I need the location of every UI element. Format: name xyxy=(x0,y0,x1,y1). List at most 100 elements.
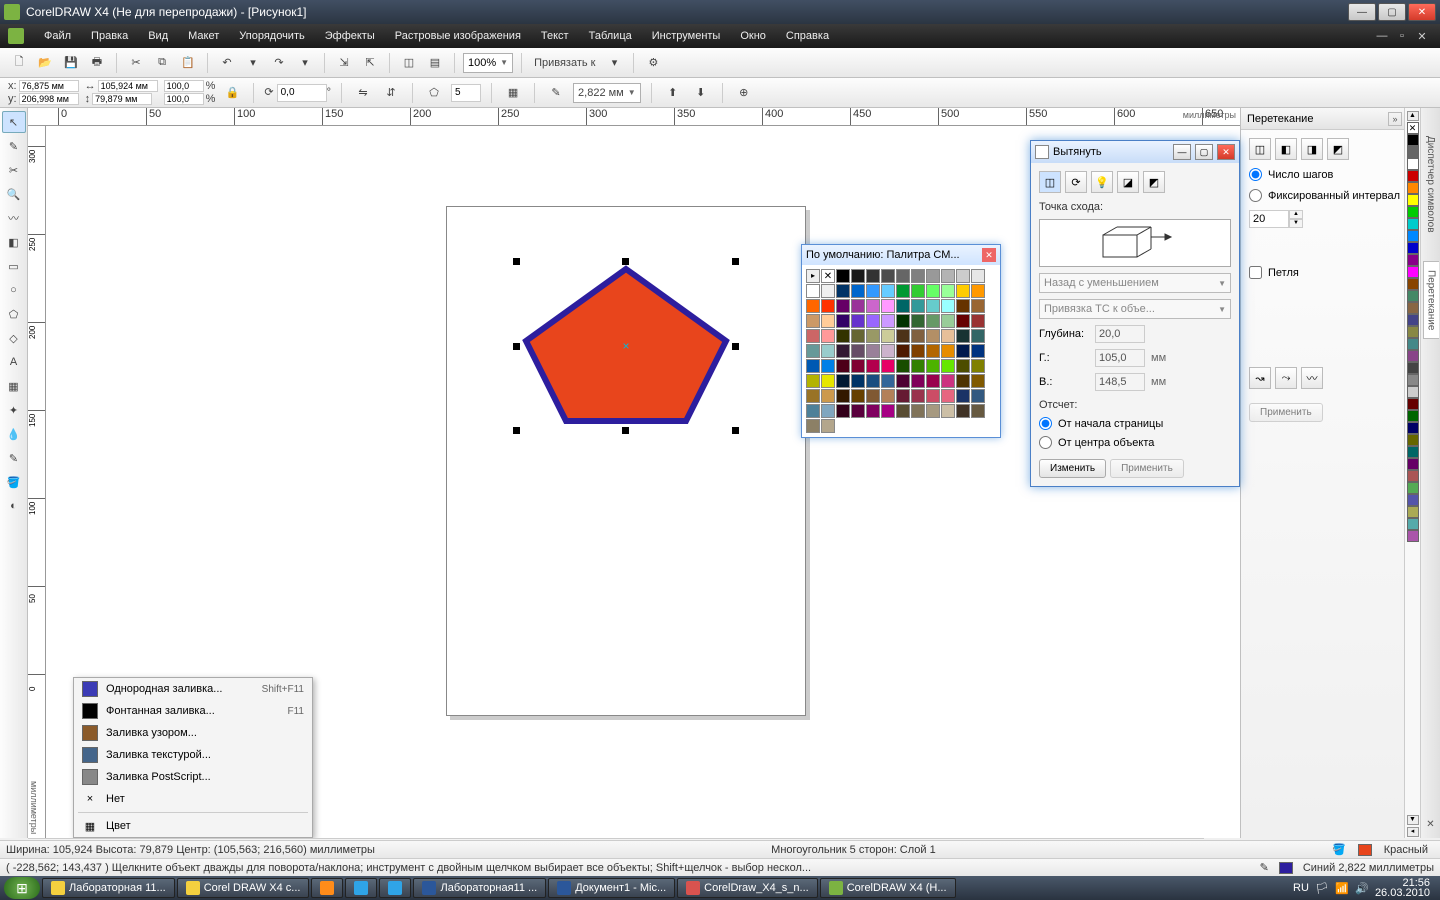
color-swatch[interactable] xyxy=(896,269,910,283)
eyedropper-tool[interactable]: 💧 xyxy=(2,423,26,445)
strip-swatch[interactable] xyxy=(1407,218,1419,230)
ellipse-tool[interactable]: ○ xyxy=(2,279,26,301)
ctx-однороднаязаливка[interactable]: Однородная заливка...Shift+F11 xyxy=(74,678,312,700)
color-swatch[interactable] xyxy=(971,284,985,298)
color-swatch[interactable] xyxy=(851,269,865,283)
undo-dd-icon[interactable]: ▾ xyxy=(242,52,264,74)
blend-path-2-icon[interactable]: ⤳ xyxy=(1275,367,1297,389)
depth-input[interactable] xyxy=(1095,325,1145,343)
color-swatch[interactable] xyxy=(806,284,820,298)
strip-swatch[interactable] xyxy=(1407,458,1419,470)
strip-swatch[interactable] xyxy=(1407,470,1419,482)
strip-swatch[interactable] xyxy=(1407,242,1419,254)
interactive-fill-tool[interactable]: ◐ xyxy=(2,495,26,517)
taskbar-item[interactable] xyxy=(311,878,343,898)
lang-indicator[interactable]: RU xyxy=(1293,882,1309,894)
scale-x-input[interactable] xyxy=(164,80,204,92)
color-swatch[interactable] xyxy=(866,359,880,373)
color-swatch[interactable] xyxy=(911,299,925,313)
color-swatch[interactable] xyxy=(971,404,985,418)
blend-path-3-icon[interactable]: 〰 xyxy=(1301,367,1323,389)
color-swatch[interactable] xyxy=(806,359,820,373)
ruler-horizontal[interactable]: 0501001502002503003504004505005506006507… xyxy=(28,108,1240,126)
menu-растровые изображения[interactable]: Растровые изображения xyxy=(385,26,531,46)
color-swatch[interactable] xyxy=(821,299,835,313)
ctx-нет[interactable]: ×Нет xyxy=(74,788,312,810)
vtab-symbols[interactable]: Диспетчер символов xyxy=(1423,128,1438,241)
color-swatch[interactable] xyxy=(911,269,925,283)
handle-se[interactable] xyxy=(732,427,739,434)
color-swatch[interactable] xyxy=(896,404,910,418)
strip-swatch[interactable] xyxy=(1407,194,1419,206)
menu-вид[interactable]: Вид xyxy=(138,26,178,46)
color-swatch[interactable] xyxy=(971,374,985,388)
color-swatch[interactable] xyxy=(926,329,940,343)
handle-w[interactable] xyxy=(513,343,520,350)
strip-swatch[interactable] xyxy=(1407,518,1419,530)
colorstrip-expand[interactable]: ◂ xyxy=(1407,827,1419,837)
extrude-tab-1-icon[interactable]: ◫ xyxy=(1039,171,1061,193)
handle-ne[interactable] xyxy=(732,258,739,265)
color-swatch[interactable] xyxy=(836,269,850,283)
ctx-заливкаpostscript[interactable]: Заливка PostScript... xyxy=(74,766,312,788)
menu-упорядочить[interactable]: Упорядочить xyxy=(229,26,314,46)
mirror-h-icon[interactable]: ⇋ xyxy=(352,82,374,104)
color-swatch[interactable] xyxy=(971,269,985,283)
color-swatch[interactable] xyxy=(821,314,835,328)
pick-tool[interactable]: ↖ xyxy=(2,111,26,133)
color-swatch[interactable] xyxy=(956,389,970,403)
color-swatch[interactable] xyxy=(866,344,880,358)
color-swatch[interactable] xyxy=(941,269,955,283)
color-swatch[interactable] xyxy=(881,404,895,418)
freehand-tool[interactable]: 〰 xyxy=(2,207,26,229)
origin-page-radio[interactable] xyxy=(1039,417,1052,430)
strip-swatch[interactable] xyxy=(1407,290,1419,302)
strip-swatch[interactable] xyxy=(1407,482,1419,494)
extrude-vp-combo[interactable]: Привязка ТС к объе...▼ xyxy=(1039,299,1231,319)
taskbar-item[interactable]: Документ1 - Міс... xyxy=(548,878,675,898)
new-icon[interactable]: 🗋 xyxy=(8,52,30,74)
fill-color-chip[interactable] xyxy=(1358,844,1372,856)
ctx-фонтаннаязаливка[interactable]: Фонтанная заливка...F11 xyxy=(74,700,312,722)
outline-tool[interactable]: ✎ xyxy=(2,447,26,469)
menu-файл[interactable]: Файл xyxy=(34,26,81,46)
strip-swatch[interactable] xyxy=(1407,254,1419,266)
origin-obj-radio[interactable] xyxy=(1039,436,1052,449)
palette-arrow[interactable]: ▸ xyxy=(806,269,820,283)
extrude-min-button[interactable]: — xyxy=(1173,144,1191,160)
color-swatch[interactable] xyxy=(956,269,970,283)
color-swatch[interactable] xyxy=(836,389,850,403)
color-swatch[interactable] xyxy=(911,404,925,418)
color-swatch[interactable] xyxy=(821,359,835,373)
strip-swatch[interactable] xyxy=(1407,386,1419,398)
strip-swatch[interactable] xyxy=(1407,134,1419,146)
color-swatch[interactable] xyxy=(821,374,835,388)
color-swatch[interactable] xyxy=(866,269,880,283)
extrude-edit-button[interactable]: Изменить xyxy=(1039,459,1106,478)
color-swatch[interactable] xyxy=(896,374,910,388)
sides-input[interactable] xyxy=(451,84,481,102)
menu-справка[interactable]: Справка xyxy=(776,26,839,46)
color-swatch[interactable] xyxy=(881,344,895,358)
wrap-icon[interactable]: ▦ xyxy=(502,82,524,104)
color-swatch[interactable] xyxy=(836,284,850,298)
color-swatch[interactable] xyxy=(806,329,820,343)
strip-swatch[interactable] xyxy=(1407,446,1419,458)
ctx-цвет[interactable]: ▦Цвет xyxy=(74,815,312,837)
color-swatch[interactable] xyxy=(956,329,970,343)
strip-swatch[interactable] xyxy=(1407,362,1419,374)
strip-swatch[interactable] xyxy=(1407,230,1419,242)
color-swatch[interactable] xyxy=(881,389,895,403)
paste-icon[interactable]: 📋 xyxy=(177,52,199,74)
color-swatch[interactable] xyxy=(866,299,880,313)
menu-инструменты[interactable]: Инструменты xyxy=(642,26,731,46)
mdi-close[interactable]: ✕ xyxy=(1414,29,1430,43)
basic-shapes-tool[interactable]: ◇ xyxy=(2,327,26,349)
handle-nw[interactable] xyxy=(513,258,520,265)
extrude-tab-4-icon[interactable]: ◪ xyxy=(1117,171,1139,193)
color-swatch[interactable] xyxy=(881,314,895,328)
menu-текст[interactable]: Текст xyxy=(531,26,579,46)
color-swatch[interactable] xyxy=(836,374,850,388)
menu-эффекты[interactable]: Эффекты xyxy=(315,26,385,46)
print-icon[interactable]: 🖶 xyxy=(86,52,108,74)
